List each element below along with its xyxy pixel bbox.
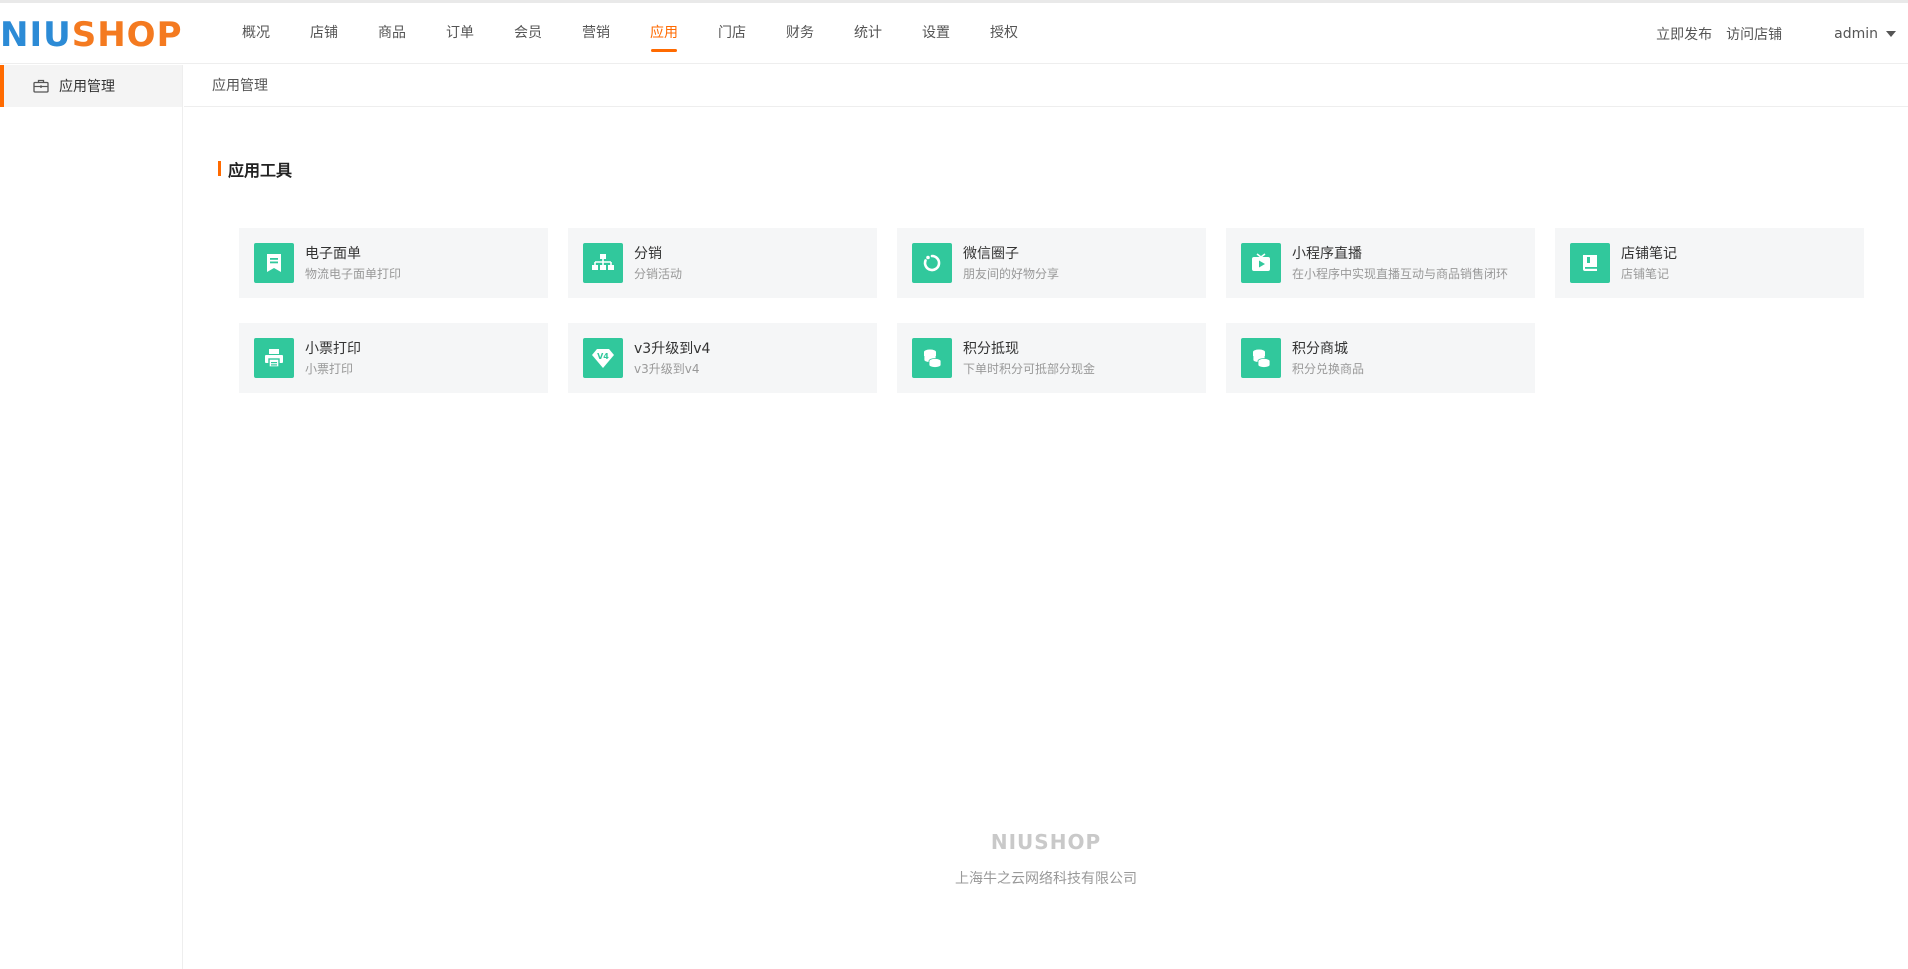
app-card-text: 积分抵现下单时积分可抵部分现金 (963, 339, 1095, 378)
chevron-down-icon (1886, 30, 1896, 37)
nav-item[interactable]: 统计 (834, 3, 902, 64)
bookmark-icon (254, 243, 294, 283)
circle-refresh-icon (912, 243, 952, 283)
app-card[interactable]: 微信圈子朋友间的好物分享 (897, 228, 1206, 298)
app-card-desc: 小票打印 (305, 361, 354, 376)
main-nav: 概况 店铺 商品 订单 会员 营销 应用 门店 财务 统计 设置 授权 (222, 3, 1038, 64)
footer: NIUSHOP 上海牛之云网络科技有限公司 (184, 830, 1908, 888)
coins-icon (1241, 338, 1281, 378)
coins-icon (912, 338, 952, 378)
app-card-title: 积分抵现 (963, 340, 1019, 357)
sidebar: 应用管理 (0, 65, 183, 969)
app-card-desc: 分销活动 (634, 266, 683, 281)
briefcase-icon (33, 79, 49, 93)
nav-item[interactable]: 会员 (494, 3, 562, 64)
sidebar-item-app-management[interactable]: 应用管理 (0, 65, 182, 107)
publish-link[interactable]: 立即发布 (1656, 24, 1712, 44)
nav-item[interactable]: 应用 (630, 3, 698, 64)
nav-item[interactable]: 订单 (426, 3, 494, 64)
visit-store-link[interactable]: 访问店铺 (1726, 24, 1782, 44)
app-card-desc: 下单时积分可抵部分现金 (963, 361, 1096, 376)
org-chart-icon (583, 243, 623, 283)
app-card[interactable]: 分销 分销活动 (568, 228, 877, 298)
app-card-title: v3升级到v4 (634, 340, 711, 357)
nav-item[interactable]: 营销 (562, 3, 630, 64)
app-card-desc: 在小程序中实现直播互动与商品销售闭环 (1292, 266, 1509, 281)
footer-logo: NIUSHOP (990, 830, 1102, 854)
app-card-text: v3升级到v4 v3升级到v4 (634, 339, 710, 378)
app-card-text: 小票打印 小票打印 (305, 339, 361, 378)
section-title: 应用工具 (218, 157, 292, 181)
nav-item[interactable]: 店铺 (290, 3, 358, 64)
app-card-desc: 物流电子面单打印 (305, 266, 402, 281)
user-menu[interactable]: admin (1834, 26, 1896, 42)
username: admin (1834, 25, 1878, 42)
app-card[interactable]: 积分抵现下单时积分可抵部分现金 (897, 323, 1206, 393)
app-card-desc: v3升级到v4 (634, 361, 700, 376)
app-card-text: 积分商城积分兑换商品 (1292, 339, 1364, 378)
app-card-title: 积分商城 (1292, 340, 1348, 357)
app-card[interactable]: 电子面单物流电子面单打印 (239, 228, 548, 298)
app-card-text: 微信圈子朋友间的好物分享 (963, 244, 1059, 283)
app-card-text: 分销 分销活动 (634, 244, 682, 283)
nav-item[interactable]: 设置 (902, 3, 970, 64)
nav-item[interactable]: 商品 (358, 3, 426, 64)
app-card-desc: 朋友间的好物分享 (963, 266, 1060, 281)
breadcrumb-current: 应用管理 (212, 78, 268, 94)
book-icon (1570, 243, 1610, 283)
top-header: NIU SHOP 概况 店铺 商品 订单 会员 营销 应用 门店 财务 统计 设置 授权 立即发布 访问… (0, 3, 1908, 64)
app-card-desc: 积分兑换商品 (1292, 361, 1365, 376)
app-card-title: 店铺笔记 (1621, 245, 1677, 262)
app-card-desc: 店铺笔记 (1621, 266, 1670, 281)
svg-text:V4: V4 (597, 352, 609, 361)
app-card-text: 电子面单物流电子面单打印 (305, 244, 401, 283)
app-card[interactable]: V4 v3升级到v4 v3升级到v4 (568, 323, 877, 393)
logo-part-b: SHOP (71, 15, 183, 55)
app-card-title: 电子面单 (305, 245, 361, 262)
nav-item[interactable]: 概况 (222, 3, 290, 64)
tv-play-icon (1241, 243, 1281, 283)
header-right: 立即发布 访问店铺 admin (1656, 3, 1908, 64)
app-card-text: 店铺笔记 店铺笔记 (1621, 244, 1677, 283)
logo-part-a: NIU (0, 15, 72, 55)
app-card[interactable]: 小票打印 小票打印 (239, 323, 548, 393)
sidebar-item-label: 应用管理 (59, 79, 115, 95)
nav-item[interactable]: 财务 (766, 3, 834, 64)
app-card-title: 分销 (634, 245, 662, 262)
nav-item[interactable]: 授权 (970, 3, 1038, 64)
breadcrumb: 应用管理 (184, 65, 1908, 107)
nav-item[interactable]: 门店 (698, 3, 766, 64)
printer-icon (254, 338, 294, 378)
app-grid: 电子面单物流电子面单打印 分销分销活动 微信圈子朋友间的好物分享 小程序直播在小程序中… (239, 228, 1869, 393)
app-card-title: 小票打印 (305, 340, 361, 357)
niushop-logo[interactable]: NIU SHOP (0, 15, 182, 55)
footer-copyright: 上海牛之云网络科技有限公司 (955, 871, 1137, 887)
app-card[interactable]: 店铺笔记 店铺笔记 (1555, 228, 1864, 298)
app-card-text: 小程序直播在小程序中实现直播互动与商品销售闭环 (1292, 244, 1508, 283)
app-card[interactable]: 小程序直播在小程序中实现直播互动与商品销售闭环 (1226, 228, 1535, 298)
app-card-title: 小程序直播 (1292, 245, 1362, 262)
app-card[interactable]: 积分商城积分兑换商品 (1226, 323, 1535, 393)
v4-diamond-icon: V4 (583, 338, 623, 378)
app-card-title: 微信圈子 (963, 245, 1019, 262)
